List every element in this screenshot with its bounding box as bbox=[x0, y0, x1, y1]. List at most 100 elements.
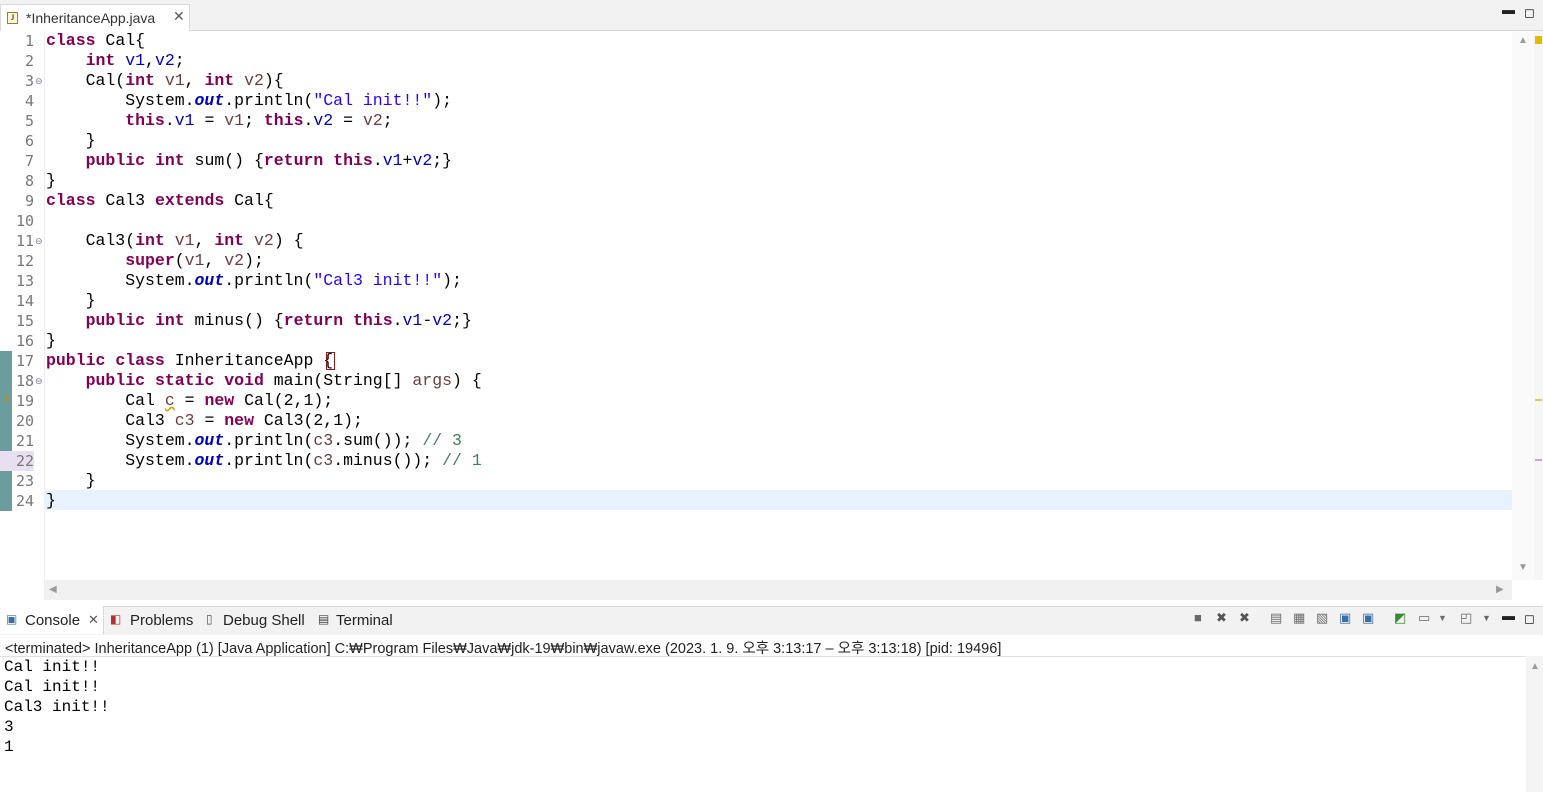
code-line[interactable]: 6 } bbox=[0, 131, 1512, 151]
code-line[interactable]: 11 ⊖ Cal3(int v1, int v2) { bbox=[0, 231, 1512, 251]
code-line[interactable]: 20 Cal3 c3 = new Cal3(2,1); bbox=[0, 411, 1512, 431]
minimize-icon[interactable]: ▬ bbox=[1502, 2, 1515, 17]
close-icon[interactable]: ✕ bbox=[173, 8, 185, 25]
maximize-icon[interactable]: ◻ bbox=[1524, 5, 1535, 21]
line-number: 24 bbox=[15, 492, 34, 510]
remove-launch-icon[interactable]: ✖ bbox=[1216, 610, 1227, 626]
editor-tab-inheritanceapp[interactable]: J *InheritanceApp.java ✕ bbox=[0, 4, 190, 31]
line-number: 2 bbox=[24, 52, 34, 70]
chevron-down-icon[interactable]: ▼ bbox=[1482, 613, 1491, 623]
console-process-status: <terminated> InheritanceApp (1) [Java Ap… bbox=[5, 641, 1002, 657]
fold-toggle-icon[interactable]: ⊖ bbox=[35, 71, 43, 91]
console-output[interactable]: Cal init!! Cal init!! Cal3 init!! 3 1 bbox=[0, 656, 1526, 793]
code-line[interactable]: 5 this.v1 = v1; this.v2 = v2; bbox=[0, 111, 1512, 131]
matching-bracket-highlight bbox=[326, 352, 335, 370]
code-text: Cal3(int v1, int v2) { bbox=[46, 231, 304, 250]
minimize-icon[interactable]: ▬ bbox=[1502, 608, 1515, 623]
code-text: this.v1 = v1; this.v2 = v2; bbox=[125, 111, 393, 130]
code-line[interactable]: 14 } bbox=[0, 291, 1512, 311]
code-line[interactable]: 1 class Cal{ bbox=[0, 31, 1512, 51]
open-console-icon[interactable]: ◰ bbox=[1460, 610, 1472, 626]
word-wrap-icon[interactable]: ▧ bbox=[1316, 610, 1328, 626]
debug-shell-icon: ▯ bbox=[206, 612, 213, 626]
code-text: System.out.println("Cal3 init!!"); bbox=[46, 271, 462, 290]
fold-toggle-icon[interactable]: ⊖ bbox=[35, 371, 43, 391]
code-text: super(v1, v2); bbox=[125, 251, 264, 270]
line-number: 23 bbox=[15, 472, 34, 490]
code-line[interactable]: 15 public int minus() {return this.v1-v2… bbox=[0, 311, 1512, 331]
line-number: 3 bbox=[24, 72, 34, 90]
remove-all-terminated-icon[interactable]: ✖ bbox=[1239, 610, 1250, 626]
clear-console-icon[interactable]: ▤ bbox=[1270, 610, 1282, 626]
code-line[interactable]: 19 Cal c = new Cal(2,1); bbox=[0, 391, 1512, 411]
code-line[interactable]: 21 System.out.println(c3.sum()); // 3 bbox=[0, 431, 1512, 451]
overview-warning-marker[interactable] bbox=[1535, 36, 1542, 44]
scroll-up-icon[interactable]: ▲ bbox=[1518, 35, 1528, 46]
code-line[interactable]: 22 System.out.println(c3.minus()); // 1 bbox=[0, 451, 1512, 471]
tab-console[interactable]: ▣ Console ✕ bbox=[0, 606, 104, 634]
show-on-stdout-icon[interactable]: ▣ bbox=[1339, 610, 1351, 626]
code-line[interactable]: 18 ⊖ public static void main(String[] arg… bbox=[0, 371, 1512, 391]
display-selected-console-icon[interactable]: ▭ bbox=[1418, 610, 1430, 626]
line-number: 16 bbox=[15, 332, 34, 350]
chevron-down-icon[interactable]: ▼ bbox=[1438, 613, 1447, 623]
code-line[interactable]: 9 class Cal3 extends Cal{ bbox=[0, 191, 1512, 211]
code-line[interactable]: 3 ⊖ Cal(int v1, int v2){ bbox=[0, 71, 1512, 91]
code-line[interactable]: 8} bbox=[0, 171, 1512, 191]
code-text: } bbox=[46, 471, 96, 490]
editor-horizontal-scrollbar[interactable]: ◀ ▶ bbox=[44, 580, 1512, 600]
problems-icon: ◧ bbox=[110, 612, 122, 626]
maximize-icon[interactable]: ◻ bbox=[1524, 611, 1535, 627]
code-text: } bbox=[46, 331, 56, 350]
scroll-left-icon[interactable]: ◀ bbox=[49, 584, 57, 595]
line-number: 8 bbox=[24, 172, 34, 190]
code-text: public class InheritanceApp { bbox=[46, 351, 334, 370]
code-text: System.out.println(c3.minus()); // 1 bbox=[46, 451, 482, 470]
scroll-down-icon[interactable]: ▼ bbox=[1518, 562, 1528, 573]
overview-marker[interactable] bbox=[1535, 459, 1542, 461]
editor-vertical-scrollbar[interactable]: ▲ ▼ bbox=[1512, 31, 1534, 580]
line-number: 18 bbox=[15, 372, 34, 390]
close-icon[interactable]: ✕ bbox=[88, 612, 99, 628]
line-number: 15 bbox=[15, 312, 34, 330]
terminal-icon: ▤ bbox=[318, 612, 330, 626]
fold-toggle-icon[interactable]: ⊖ bbox=[35, 231, 43, 251]
terminate-icon[interactable]: ■ bbox=[1194, 610, 1202, 625]
line-number: 11 bbox=[15, 232, 34, 250]
warning-icon[interactable]: ⚠ bbox=[2, 393, 12, 405]
line-number: 5 bbox=[24, 112, 34, 130]
java-file-icon: J bbox=[7, 12, 18, 24]
code-line[interactable]: 10 bbox=[0, 211, 1512, 231]
line-number: 10 bbox=[15, 212, 34, 230]
code-line[interactable]: 16} bbox=[0, 331, 1512, 351]
code-text: public static void main(String[] args) { bbox=[85, 371, 482, 390]
code-line[interactable]: 12 super(v1, v2); bbox=[0, 251, 1512, 271]
console-toolbar: ■ ✖ ✖ ▤ ▦ ▧ ▣ ▣ ◩ ▭ ▼ ◰ ▼ bbox=[1194, 610, 1504, 628]
scroll-right-icon[interactable]: ▶ bbox=[1496, 584, 1504, 595]
scroll-up-icon[interactable]: ▲ bbox=[1530, 661, 1540, 672]
code-line[interactable]: 17 public class InheritanceApp { bbox=[0, 351, 1512, 371]
code-text: } bbox=[46, 291, 96, 310]
code-line[interactable]: 13 System.out.println("Cal3 init!!"); bbox=[0, 271, 1512, 291]
line-number: 6 bbox=[24, 132, 34, 150]
line-number: 21 bbox=[15, 432, 34, 450]
line-number: 1 bbox=[24, 32, 34, 50]
code-line[interactable]: 24} bbox=[0, 491, 1512, 511]
code-line[interactable]: 23 } bbox=[0, 471, 1512, 491]
code-text: } bbox=[46, 131, 96, 150]
line-number: 14 bbox=[15, 292, 34, 310]
code-line[interactable]: 7 public int sum() {return this.v1+v2;} bbox=[0, 151, 1512, 171]
code-text: } bbox=[46, 171, 56, 190]
console-vertical-scrollbar[interactable]: ▲ bbox=[1526, 656, 1543, 792]
code-line[interactable]: 2 int v1,v2; bbox=[0, 51, 1512, 71]
overview-marker[interactable] bbox=[1535, 399, 1542, 401]
scroll-lock-icon[interactable]: ▦ bbox=[1293, 610, 1305, 626]
code-line[interactable]: 4 System.out.println("Cal init!!"); bbox=[0, 91, 1512, 111]
show-on-stderr-icon[interactable]: ▣ bbox=[1362, 610, 1374, 626]
code-text: class Cal{ bbox=[46, 31, 146, 50]
line-number: 17 bbox=[15, 352, 34, 370]
line-number: 22 bbox=[0, 451, 34, 471]
overview-ruler[interactable] bbox=[1534, 31, 1543, 580]
pin-console-icon[interactable]: ◩ bbox=[1394, 610, 1406, 626]
console-icon: ▣ bbox=[6, 612, 18, 626]
